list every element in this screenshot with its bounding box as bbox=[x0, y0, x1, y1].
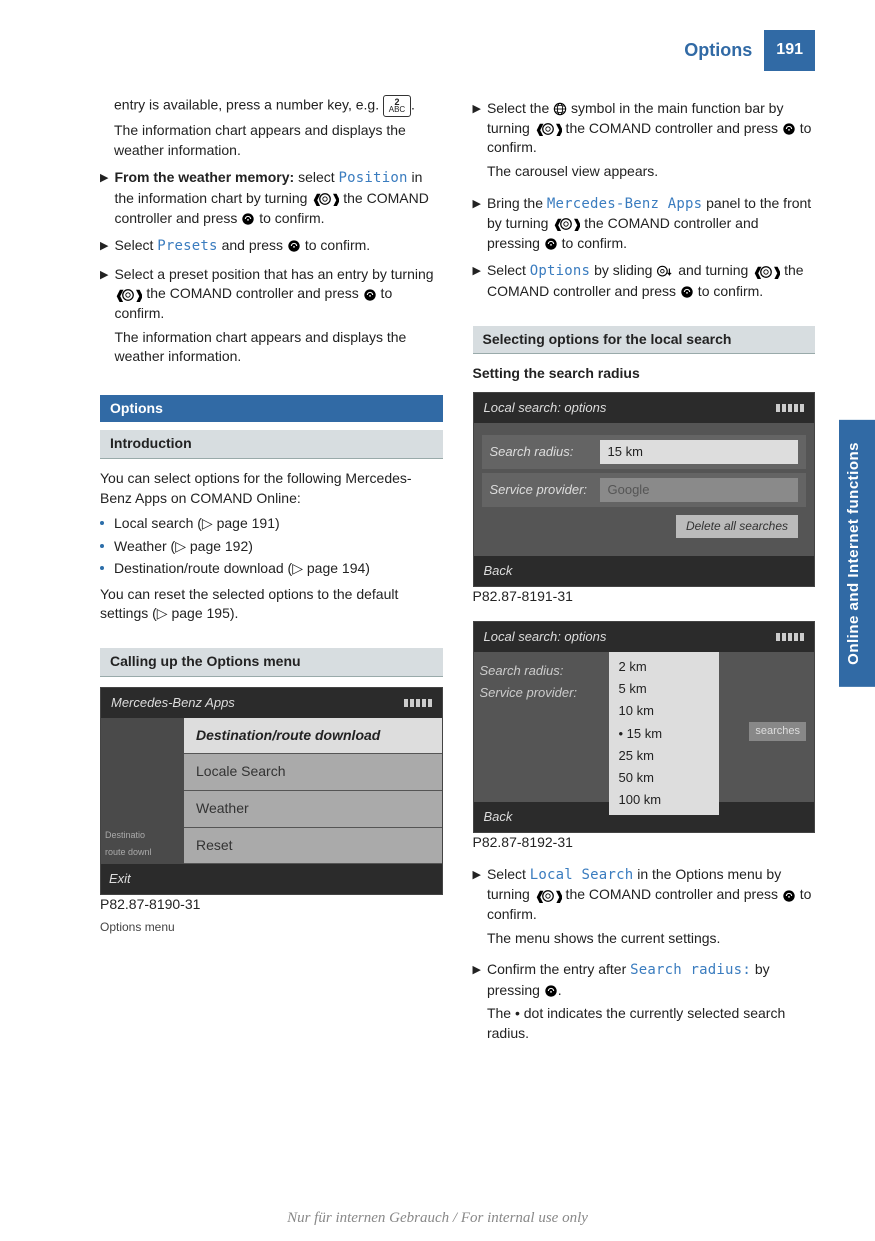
figure-stamp: P82.87-8190-31 bbox=[100, 895, 443, 915]
dropdown-option[interactable]: 2 km bbox=[609, 656, 719, 678]
step-arrow-icon: ▶ bbox=[473, 261, 481, 301]
step-select-options: Select Options by sliding and turning th… bbox=[487, 261, 815, 301]
signal-icon bbox=[776, 404, 804, 412]
controller-press-icon bbox=[287, 239, 301, 253]
step-arrow-icon: ▶ bbox=[100, 236, 108, 257]
service-provider-row[interactable]: Service provider: Google bbox=[482, 473, 807, 507]
exit-button[interactable]: Exit bbox=[101, 864, 192, 894]
dropdown-option[interactable]: 5 km bbox=[609, 678, 719, 700]
dropdown-option[interactable]: 10 km bbox=[609, 700, 719, 722]
back-button[interactable]: Back bbox=[484, 562, 513, 580]
controller-turn-icon bbox=[534, 889, 562, 903]
section-calling-options-menu: Calling up the Options menu bbox=[100, 648, 443, 677]
screenshot-local-search-options: Local search: options Search radius: 15 … bbox=[473, 392, 816, 588]
dropdown-option[interactable]: 100 km bbox=[609, 789, 719, 811]
controller-turn-icon bbox=[552, 217, 580, 231]
controller-turn-icon bbox=[534, 122, 562, 136]
left-column: entry is available, press a number key, … bbox=[100, 91, 443, 1055]
controller-turn-icon bbox=[114, 288, 142, 302]
back-button[interactable]: Back bbox=[484, 808, 513, 826]
chapter-tab: Online and Internet functions bbox=[839, 420, 875, 687]
list-item: Destination/route download (▷ page 194) bbox=[100, 559, 443, 579]
page-header-title: Options bbox=[684, 30, 764, 71]
section-options: Options bbox=[100, 395, 443, 423]
menu-item[interactable]: Locale Search bbox=[184, 754, 442, 791]
controller-press-icon bbox=[680, 285, 694, 299]
signal-icon bbox=[776, 633, 804, 641]
figure-stamp: P82.87-8191-31 bbox=[473, 587, 816, 607]
menu-item[interactable]: Destination/route download bbox=[184, 718, 442, 755]
step-select-preset-position: Select a preset position that has an ent… bbox=[114, 265, 442, 371]
para-entry-available: entry is available, press a number key, … bbox=[114, 95, 443, 117]
figure-caption: Options menu bbox=[100, 919, 443, 936]
list-item: Local search (▷ page 191) bbox=[100, 514, 443, 534]
right-column: ▶ Select the symbol in the main function… bbox=[473, 91, 816, 1055]
para-select-options-intro: You can select options for the following… bbox=[100, 469, 443, 508]
screenshot-search-radius-dropdown: Local search: options Search radius: Ser… bbox=[473, 621, 816, 833]
search-radius-dropdown[interactable]: 2 km 5 km 10 km 15 km 25 km 50 km 100 km bbox=[609, 652, 719, 815]
step-arrow-icon: ▶ bbox=[473, 194, 481, 254]
step-select-globe: Select the symbol in the main function b… bbox=[487, 99, 815, 185]
step-bring-mb-apps: Bring the Mercedes-Benz Apps panel to th… bbox=[487, 194, 815, 254]
delete-searches-button[interactable]: Delete all searches bbox=[676, 515, 798, 538]
controller-press-icon bbox=[363, 288, 377, 302]
menu-item[interactable]: Reset bbox=[184, 828, 442, 865]
shot-title: Local search: options bbox=[484, 399, 607, 417]
footer-internal-use: Nur für internen Gebrauch / For internal… bbox=[0, 1208, 875, 1229]
signal-icon bbox=[404, 699, 432, 707]
step-arrow-icon: ▶ bbox=[473, 960, 481, 1047]
step-select-presets: Select Presets and press to confirm. bbox=[114, 236, 442, 257]
step-arrow-icon: ▶ bbox=[100, 168, 108, 228]
section-local-search-options: Selecting options for the local search bbox=[473, 326, 816, 355]
controller-turn-icon bbox=[311, 192, 339, 206]
controller-press-icon bbox=[782, 889, 796, 903]
step-confirm-search-radius: Confirm the entry after Search radius: b… bbox=[487, 960, 815, 1047]
section-introduction: Introduction bbox=[100, 430, 443, 459]
step-from-weather-memory: From the weather memory: select Position… bbox=[114, 168, 442, 228]
para-weather-chart: The information chart appears and displa… bbox=[114, 121, 443, 160]
heading-setting-search-radius: Setting the search radius bbox=[473, 364, 816, 384]
dropdown-option[interactable]: 25 km bbox=[609, 745, 719, 767]
step-select-local-search: Select Local Search in the Options menu … bbox=[487, 865, 815, 952]
searches-label: searches bbox=[749, 722, 806, 741]
figure-stamp: P82.87-8192-31 bbox=[473, 833, 816, 853]
step-arrow-icon: ▶ bbox=[100, 265, 108, 371]
search-radius-row[interactable]: Search radius: 15 km bbox=[482, 435, 807, 469]
controller-slide-down-icon bbox=[656, 265, 674, 279]
key-2-abc-icon: 2ABC bbox=[383, 95, 411, 117]
controller-press-icon bbox=[544, 237, 558, 251]
dropdown-option-selected[interactable]: 15 km bbox=[609, 723, 719, 745]
dropdown-option[interactable]: 50 km bbox=[609, 767, 719, 789]
step-arrow-icon: ▶ bbox=[473, 99, 481, 185]
controller-press-icon bbox=[241, 212, 255, 226]
controller-press-icon bbox=[544, 984, 558, 998]
screenshot-options-menu: Mercedes-Benz Apps Destinatio route down… bbox=[100, 687, 443, 896]
list-item: Weather (▷ page 192) bbox=[100, 537, 443, 557]
controller-turn-icon bbox=[752, 265, 780, 279]
para-reset-options: You can reset the selected options to th… bbox=[100, 585, 443, 624]
page-number: 191 bbox=[764, 30, 815, 71]
step-arrow-icon: ▶ bbox=[473, 865, 481, 952]
options-bullet-list: Local search (▷ page 191) Weather (▷ pag… bbox=[100, 514, 443, 579]
shot-title: Local search: options bbox=[484, 628, 607, 646]
controller-press-icon bbox=[782, 122, 796, 136]
globe-icon bbox=[553, 102, 567, 116]
shot-title: Mercedes-Benz Apps bbox=[111, 694, 235, 712]
menu-item[interactable]: Weather bbox=[184, 791, 442, 828]
